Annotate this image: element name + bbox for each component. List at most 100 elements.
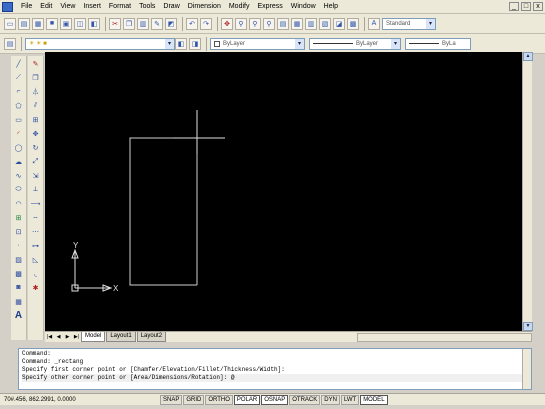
app-icon[interactable] xyxy=(2,1,13,12)
lineweight-select[interactable]: ByLa xyxy=(405,37,471,50)
linetype-select[interactable]: ByLayer ▾ xyxy=(309,37,401,50)
otrack-toggle[interactable]: OTRACK xyxy=(289,394,321,405)
snap-toggle[interactable]: SNAP xyxy=(160,394,183,405)
lwt-toggle[interactable]: LWT xyxy=(340,394,360,405)
scroll-down-icon[interactable]: ▼ xyxy=(523,322,533,331)
ortho-toggle[interactable]: ORTHO xyxy=(205,394,233,405)
explode-icon[interactable]: ✱ xyxy=(30,282,42,293)
osnap-toggle[interactable]: OSNAP xyxy=(261,394,289,405)
publish-icon[interactable]: ◧ xyxy=(88,17,100,30)
make-block-icon[interactable]: ⊡ xyxy=(13,226,25,237)
line-icon[interactable]: ╱ xyxy=(13,58,25,69)
redo-icon[interactable]: ↷ xyxy=(200,17,212,30)
mirror-icon[interactable]: ⏃ xyxy=(30,86,42,97)
text-style-icon[interactable]: A xyxy=(368,17,380,30)
layer-manager-icon[interactable]: ▤ xyxy=(4,37,16,50)
zoom-window-icon[interactable]: ⚲ xyxy=(249,17,261,30)
rotate-icon[interactable]: ↻ xyxy=(30,142,42,153)
menu-help[interactable]: Help xyxy=(320,1,342,13)
ellipse-arc-icon[interactable]: ◠ xyxy=(13,198,25,209)
color-select[interactable]: ByLayer ▾ xyxy=(210,37,305,50)
copy-object-icon[interactable]: ❐ xyxy=(30,72,42,83)
erase-icon[interactable]: ✎ xyxy=(30,58,42,69)
point-icon[interactable]: · xyxy=(13,240,25,251)
menu-insert[interactable]: Insert xyxy=(79,1,105,13)
offset-icon[interactable]: ⫽ xyxy=(30,100,42,111)
tab-layout1[interactable]: Layout1 xyxy=(106,332,136,342)
grid-toggle[interactable]: GRID xyxy=(183,394,205,405)
scale-icon[interactable]: ⤢ xyxy=(30,156,42,167)
menu-modify[interactable]: Modify xyxy=(225,1,254,13)
break-at-point-icon[interactable]: ╌ xyxy=(30,212,42,223)
polar-toggle[interactable]: POLAR xyxy=(233,394,261,405)
tab-layout2[interactable]: Layout2 xyxy=(136,332,167,342)
save-icon[interactable]: ■ xyxy=(46,17,58,30)
restore-button[interactable]: □ xyxy=(521,2,531,11)
qnew-icon[interactable]: ▤ xyxy=(18,17,30,30)
calculator-icon[interactable]: ▩ xyxy=(347,17,359,30)
revision-cloud-icon[interactable]: ☁ xyxy=(13,156,25,167)
fillet-icon[interactable]: ◟ xyxy=(30,268,42,279)
cut-icon[interactable]: ✂ xyxy=(109,17,121,30)
scroll-up-icon[interactable]: ▲ xyxy=(523,52,533,61)
trim-icon[interactable]: ⟂ xyxy=(30,184,42,195)
plot-preview-icon[interactable]: ◫ xyxy=(74,17,86,30)
next-tab-icon[interactable]: ▶ xyxy=(63,333,72,342)
match-properties-icon[interactable]: ✎ xyxy=(151,17,163,30)
layer-previous-icon[interactable]: ◨ xyxy=(189,37,201,50)
markup-icon[interactable]: ◪ xyxy=(333,17,345,30)
drawing-area[interactable]: Y X xyxy=(45,52,522,331)
menu-window[interactable]: Window xyxy=(287,1,320,13)
polyline-icon[interactable]: ⌐ xyxy=(13,86,25,97)
make-current-layer-icon[interactable]: ◧ xyxy=(175,37,187,50)
join-icon[interactable]: ⊶ xyxy=(30,240,42,251)
extend-icon[interactable]: ⟶ xyxy=(30,198,42,209)
menu-dimension[interactable]: Dimension xyxy=(184,1,225,13)
dyn-toggle[interactable]: DYN xyxy=(321,394,340,405)
paste-icon[interactable]: ▥ xyxy=(137,17,149,30)
circle-icon[interactable]: ◯ xyxy=(13,142,25,153)
insert-block-icon[interactable]: ⊞ xyxy=(13,212,25,223)
sheet-set-icon[interactable]: ▧ xyxy=(319,17,331,30)
spline-icon[interactable]: ∿ xyxy=(13,170,25,181)
hatch-icon[interactable]: ▨ xyxy=(13,254,25,265)
block-editor-icon[interactable]: ◩ xyxy=(165,17,177,30)
last-tab-icon[interactable]: ▶| xyxy=(72,333,81,342)
table-icon[interactable]: ▦ xyxy=(13,296,25,307)
open-icon[interactable]: ▦ xyxy=(32,17,44,30)
minimize-button[interactable]: _ xyxy=(509,2,519,11)
ellipse-icon[interactable]: ⬭ xyxy=(13,184,25,195)
menu-draw[interactable]: Draw xyxy=(159,1,183,13)
tab-model[interactable]: Model xyxy=(81,332,106,342)
vertical-scrollbar[interactable]: ▲ ▼ xyxy=(522,52,533,333)
command-input[interactable]: Specify other corner point or [Area/Dime… xyxy=(22,374,528,382)
layer-select[interactable]: ☀ ☀ ■ ▾ xyxy=(25,37,175,50)
polygon-icon[interactable]: ⬠ xyxy=(13,100,25,111)
construction-line-icon[interactable]: ⟋ xyxy=(13,72,25,83)
menu-edit[interactable]: Edit xyxy=(36,1,56,13)
chamfer-icon[interactable]: ◺ xyxy=(30,254,42,265)
multiline-text-icon[interactable]: A xyxy=(15,310,22,321)
pan-icon[interactable]: ✥ xyxy=(221,17,233,30)
new-icon[interactable]: ▭ xyxy=(4,17,16,30)
rectangle-icon[interactable]: ▭ xyxy=(13,114,25,125)
menu-view[interactable]: View xyxy=(56,1,79,13)
menu-express[interactable]: Express xyxy=(253,1,286,13)
menu-tools[interactable]: Tools xyxy=(135,1,159,13)
undo-icon[interactable]: ↶ xyxy=(186,17,198,30)
arc-icon[interactable]: ◜ xyxy=(13,128,25,139)
command-window[interactable]: Command: Command: _rectang Specify first… xyxy=(18,348,532,390)
prev-tab-icon[interactable]: ◀ xyxy=(54,333,63,342)
horizontal-scrollbar[interactable] xyxy=(357,333,532,342)
zoom-realtime-icon[interactable]: ⚲ xyxy=(235,17,247,30)
array-icon[interactable]: ⊞ xyxy=(30,114,42,125)
menu-file[interactable]: File xyxy=(17,1,36,13)
move-icon[interactable]: ✥ xyxy=(30,128,42,139)
stretch-icon[interactable]: ⇲ xyxy=(30,170,42,181)
print-icon[interactable]: ▣ xyxy=(60,17,72,30)
close-button[interactable]: x xyxy=(533,2,543,11)
coordinate-display[interactable]: 70#.456, 862.2991, 0.0000 xyxy=(0,397,160,403)
tool-palettes-icon[interactable]: ▥ xyxy=(305,17,317,30)
model-toggle[interactable]: MODEL xyxy=(360,394,388,405)
text-style-select[interactable]: Standard ▾ xyxy=(382,17,436,30)
